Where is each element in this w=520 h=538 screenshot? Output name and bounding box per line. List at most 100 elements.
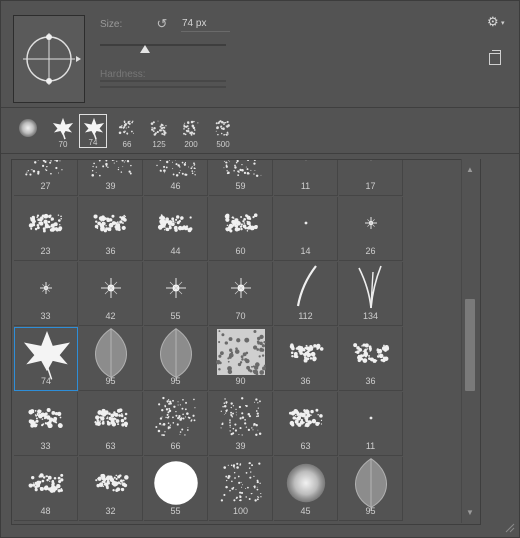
brush-size-label: 66 [122, 140, 132, 149]
brush-size-label: 33 [40, 311, 51, 321]
brush-cell[interactable]: 48 [14, 457, 78, 521]
brush-cell[interactable]: 27 [14, 160, 78, 196]
recent-brush[interactable]: 66 [113, 115, 141, 149]
brush-size-label: 95 [365, 506, 376, 516]
brush-preset-panel: Size: ↺ 74 px Hardness: ⚙ ▾ 70 74 66 125 200… [0, 0, 520, 538]
recent-brush[interactable] [13, 115, 43, 149]
size-slider-thumb[interactable] [140, 45, 151, 53]
brush-cell[interactable]: 46 [144, 160, 208, 196]
brush-cell[interactable]: 59 [209, 160, 273, 196]
brush-cell[interactable]: 39 [79, 160, 143, 196]
brush-size-label: 11 [300, 181, 311, 191]
brush-size-label: 70 [58, 140, 68, 149]
brush-grid: 27 39 46 59 11 17 23 36 44 60 14 26 33 42 55 70 112 134 74… [11, 159, 481, 525]
brush-size-label: 90 [235, 376, 246, 386]
brush-cell[interactable]: 95 [339, 457, 403, 521]
brush-size-label: 42 [105, 311, 116, 321]
scrollbar[interactable]: ▲ ▼ [461, 159, 480, 523]
brush-size-label: 74 [40, 376, 51, 386]
brush-cell[interactable]: 63 [79, 392, 143, 456]
brush-cell[interactable]: 63 [274, 392, 338, 456]
brush-size-label: 14 [300, 246, 311, 256]
brush-cell[interactable]: 36 [274, 327, 338, 391]
hardness-label: Hardness: [100, 69, 146, 80]
brush-cell[interactable]: 95 [79, 327, 143, 391]
brush-size-label: 23 [40, 246, 51, 256]
scroll-thumb[interactable] [465, 299, 475, 391]
brush-size-label: 59 [235, 181, 246, 191]
brush-size-label: 60 [235, 246, 246, 256]
gear-icon[interactable]: ⚙ [487, 15, 499, 29]
brush-cell[interactable]: 33 [14, 262, 78, 326]
brush-cell[interactable]: 36 [339, 327, 403, 391]
brush-size-label: 33 [40, 441, 51, 451]
recent-brush[interactable]: 74 [79, 114, 107, 148]
brush-size-label: 55 [170, 311, 181, 321]
brush-size-label: 26 [365, 246, 376, 256]
size-slider-track[interactable] [100, 44, 226, 46]
brush-size-label: 63 [300, 441, 311, 451]
brush-cell[interactable]: 36 [79, 197, 143, 261]
brush-size-label: 36 [365, 376, 376, 386]
brush-size-label: 134 [362, 311, 379, 321]
brush-cell[interactable]: 55 [144, 457, 208, 521]
brush-cell[interactable]: 42 [79, 262, 143, 326]
brush-size-label: 44 [170, 246, 181, 256]
brush-cell[interactable]: 55 [144, 262, 208, 326]
brush-cell[interactable]: 74 [14, 327, 78, 391]
brush-cell[interactable]: 95 [144, 327, 208, 391]
brush-cell[interactable]: 112 [274, 262, 338, 326]
brush-size-label: 95 [170, 376, 181, 386]
brush-cell[interactable]: 39 [209, 392, 273, 456]
size-label: Size: [100, 19, 123, 30]
brush-size-label: 70 [235, 311, 246, 321]
brush-cell[interactable]: 44 [144, 197, 208, 261]
recent-brush[interactable]: 500 [209, 115, 237, 149]
brush-cell[interactable]: 14 [274, 197, 338, 261]
brush-cell[interactable]: 11 [274, 160, 338, 196]
brush-size-label: 46 [170, 181, 181, 191]
brush-cell[interactable]: 90 [209, 327, 273, 391]
scroll-up-icon[interactable]: ▲ [466, 165, 474, 174]
divider [1, 153, 519, 154]
brush-angle-preview[interactable] [13, 15, 85, 103]
recent-brush[interactable]: 200 [177, 115, 205, 149]
hardness-slider-track [100, 80, 226, 82]
brush-cell[interactable]: 11 [339, 392, 403, 456]
reset-icon[interactable]: ↺ [155, 17, 169, 31]
brush-size-label: 74 [88, 138, 98, 147]
brush-cell[interactable]: 100 [209, 457, 273, 521]
hardness-slider-rail [100, 86, 226, 88]
brush-size-label: 55 [170, 506, 181, 516]
resize-grip-icon[interactable] [505, 523, 515, 533]
new-preset-icon[interactable] [489, 50, 501, 65]
brush-size-label: 36 [105, 246, 116, 256]
brush-tip-icon [19, 119, 37, 137]
brush-size-label: 100 [232, 506, 249, 516]
chevron-down-icon[interactable]: ▾ [501, 19, 505, 27]
recent-brush[interactable]: 125 [145, 115, 173, 149]
scroll-down-icon[interactable]: ▼ [466, 508, 474, 517]
brush-size-label: 200 [184, 140, 198, 149]
recent-brush[interactable]: 70 [49, 115, 77, 149]
brush-cell[interactable]: 17 [339, 160, 403, 196]
brush-size-label: 39 [235, 441, 246, 451]
brush-size-label: 125 [152, 140, 166, 149]
brush-size-label: 32 [105, 506, 116, 516]
brush-size-label: 27 [40, 181, 51, 191]
size-field[interactable]: 74 px [181, 18, 230, 32]
brush-tip-icon [83, 117, 105, 140]
divider [1, 107, 519, 108]
brush-cell[interactable]: 45 [274, 457, 338, 521]
brush-size-label: 48 [40, 506, 51, 516]
brush-cell[interactable]: 23 [14, 197, 78, 261]
brush-cell[interactable]: 33 [14, 392, 78, 456]
brush-size-label: 112 [298, 311, 313, 321]
brush-cell[interactable]: 134 [339, 262, 403, 326]
brush-cell[interactable]: 26 [339, 197, 403, 261]
brush-cell[interactable]: 60 [209, 197, 273, 261]
brush-size-label: 36 [300, 376, 311, 386]
brush-cell[interactable]: 70 [209, 262, 273, 326]
brush-cell[interactable]: 32 [79, 457, 143, 521]
brush-cell[interactable]: 66 [144, 392, 208, 456]
